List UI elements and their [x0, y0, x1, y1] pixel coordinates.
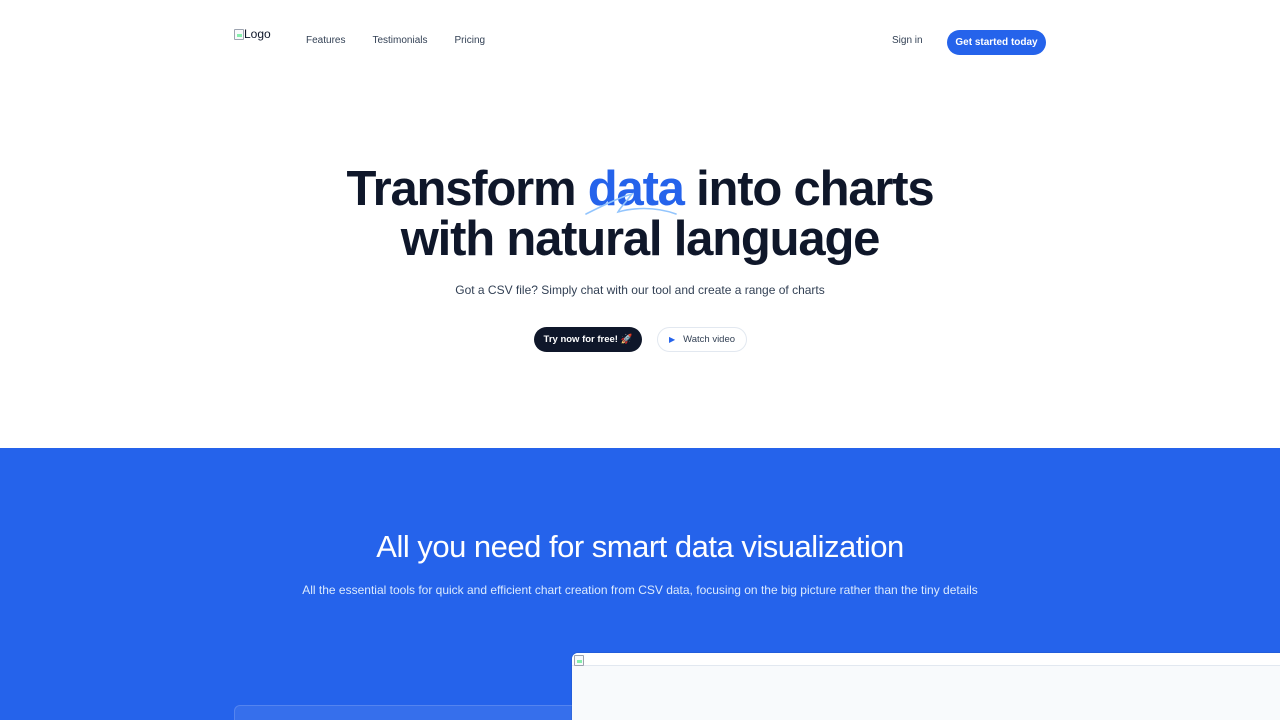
broken-image-icon: [574, 655, 584, 666]
features-section: All you need for smart data visualizatio…: [0, 448, 1280, 720]
features-heading: All you need for smart data visualizatio…: [376, 529, 904, 564]
get-started-button[interactable]: Get started today: [947, 30, 1046, 55]
hero-subtitle: Got a CSV file? Simply chat with our too…: [455, 283, 825, 297]
nav-link-testimonials[interactable]: Testimonials: [372, 35, 427, 46]
features-description: All the essential tools for quick and ef…: [302, 583, 978, 597]
hero-title-part2: into charts: [683, 162, 934, 216]
hero-title-highlight: data: [584, 164, 685, 215]
broken-image-icon: [234, 28, 244, 40]
play-icon: ▶: [668, 335, 676, 344]
nav-link-features[interactable]: Features: [306, 35, 345, 46]
sign-in-link[interactable]: Sign in: [892, 35, 923, 46]
hero-title-part1: Transform: [346, 162, 588, 216]
app-screenshot-frame: [572, 653, 1280, 720]
feature-tabs-panel: [234, 705, 584, 720]
nav-link-pricing[interactable]: Pricing: [455, 35, 486, 46]
try-now-button[interactable]: Try now for free! 🚀: [534, 327, 642, 352]
watch-video-label: Watch video: [683, 334, 736, 345]
logo[interactable]: Logo: [234, 27, 271, 41]
main-nav: Features Testimonials Pricing: [306, 35, 485, 46]
squiggle-underline-icon: [584, 192, 677, 215]
hero-title: Transform data into charts with natural l…: [0, 164, 1280, 264]
logo-alt-text: Logo: [244, 27, 271, 41]
screenshot-top-bar: [572, 653, 1280, 666]
watch-video-button[interactable]: ▶ Watch video: [657, 327, 747, 352]
site-header: Logo Features Testimonials Pricing Sign …: [0, 0, 1280, 84]
